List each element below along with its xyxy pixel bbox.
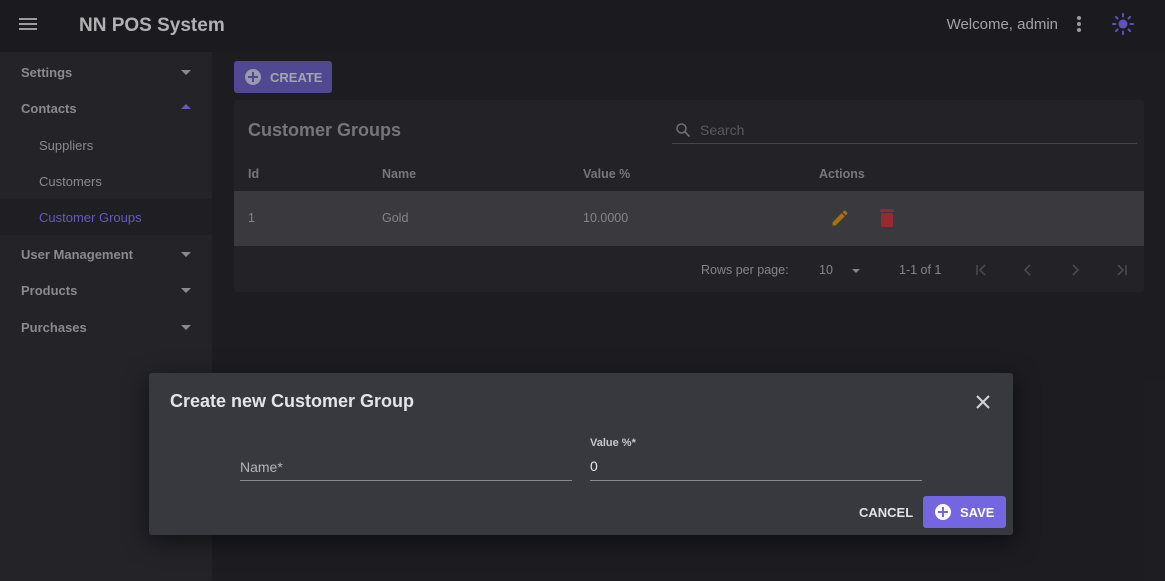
add-circle-icon (935, 504, 951, 520)
name-input[interactable] (240, 457, 570, 477)
save-button-label: SAVE (960, 505, 995, 520)
save-button[interactable]: SAVE (923, 496, 1006, 528)
name-field (240, 453, 572, 481)
cancel-button-label: CANCEL (859, 505, 914, 520)
cancel-button[interactable]: CANCEL (849, 497, 921, 527)
dialog-title: Create new Customer Group (170, 391, 415, 411)
value-field-label: Value %* (590, 437, 636, 449)
value-input[interactable] (590, 456, 920, 476)
create-customer-group-dialog: Create new Customer Group Value %* CANCE… (149, 373, 1013, 535)
close-icon[interactable] (974, 393, 992, 411)
value-field (590, 453, 922, 481)
